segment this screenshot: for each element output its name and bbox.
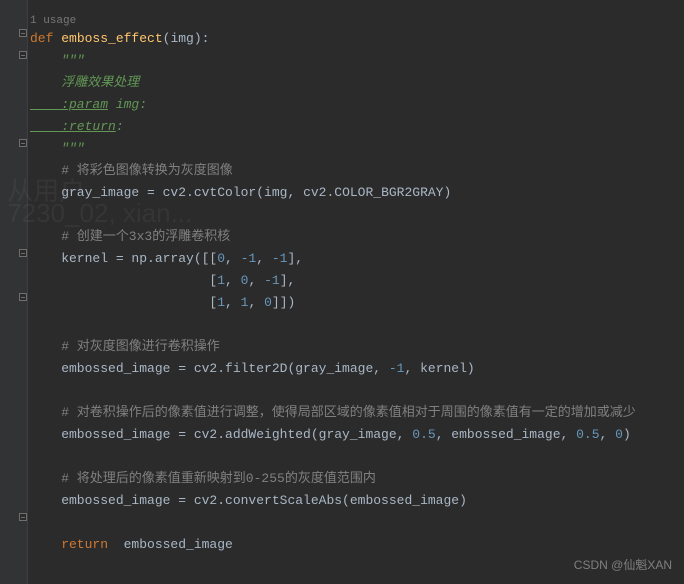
- number: 0: [615, 427, 623, 442]
- comment: # 创建一个3x3的浮雕卷积核: [30, 229, 230, 244]
- code-line: embossed_image = cv2.addWeighted(gray_im…: [30, 427, 397, 442]
- sep: ,: [373, 361, 389, 376]
- code-line: cv2.COLOR_BGR2GRAY): [303, 185, 451, 200]
- sep: ,: [248, 273, 264, 288]
- code-line: embossed_image = cv2.convertScaleAbs(emb…: [30, 493, 467, 508]
- comment: # 将彩色图像转换为灰度图像: [30, 163, 233, 178]
- docstring-desc: 浮雕效果处理: [30, 75, 139, 90]
- code-line: kernel): [420, 361, 475, 376]
- fold-marker[interactable]: [19, 249, 27, 257]
- fold-marker[interactable]: [19, 293, 27, 301]
- bracket: ],: [287, 251, 303, 266]
- docstring-return-tag: :return: [30, 119, 116, 134]
- number: -1: [264, 273, 280, 288]
- number: 1: [217, 273, 225, 288]
- sep: ,: [256, 251, 272, 266]
- sep: ,: [225, 273, 241, 288]
- comment: # 对卷积操作后的像素值进行调整，使得局部区域的像素值相对于周围的像素值有一定的…: [30, 405, 636, 420]
- comment: # 将处理后的像素值重新映射到0-255的灰度值范围内: [30, 471, 376, 486]
- sep: ,: [436, 427, 452, 442]
- keyword-def: def: [30, 31, 61, 46]
- docstring-return: :: [116, 119, 124, 134]
- number: 0: [217, 251, 225, 266]
- code-line: embossed_image: [451, 427, 560, 442]
- watermark: CSDN @仙魁XAN: [574, 554, 672, 576]
- comment: # 对灰度图像进行卷积操作: [30, 339, 220, 354]
- keyword-return: return: [30, 537, 108, 552]
- sep: ,: [225, 251, 241, 266]
- bracket: [: [30, 273, 217, 288]
- docstring-param: img:: [108, 97, 147, 112]
- number: -1: [272, 251, 288, 266]
- fold-marker[interactable]: [19, 139, 27, 147]
- paren: ): [623, 427, 631, 442]
- function-name: emboss_effect: [61, 31, 162, 46]
- docstring-close: """: [30, 141, 85, 156]
- number: 0.5: [412, 427, 435, 442]
- sep: ,: [287, 185, 303, 200]
- sep: ,: [600, 427, 616, 442]
- code-line: gray_image = cv2.cvtColor(img: [30, 185, 287, 200]
- gutter: [0, 0, 28, 584]
- bracket: ]]): [272, 295, 295, 310]
- bracket: [: [30, 295, 217, 310]
- return-value: embossed_image: [108, 537, 233, 552]
- sep: ,: [225, 295, 241, 310]
- code-line: embossed_image = cv2.filter2D(gray_image: [30, 361, 373, 376]
- number: 1: [217, 295, 225, 310]
- code-editor[interactable]: def emboss_effect(img): """ 浮雕效果处理 :para…: [30, 28, 636, 556]
- fold-marker[interactable]: [19, 29, 27, 37]
- docstring-open: """: [30, 53, 85, 68]
- fold-marker[interactable]: [19, 513, 27, 521]
- bracket: ],: [280, 273, 296, 288]
- sep: ,: [404, 361, 420, 376]
- number: 0.5: [576, 427, 599, 442]
- docstring-param-tag: :param: [30, 97, 108, 112]
- params: (img):: [163, 31, 210, 46]
- sep: ,: [248, 295, 264, 310]
- number: -1: [389, 361, 405, 376]
- code-line: kernel = np.array([[: [30, 251, 217, 266]
- sep: ,: [561, 427, 577, 442]
- fold-marker[interactable]: [19, 51, 27, 59]
- number: 0: [264, 295, 272, 310]
- sep: ,: [397, 427, 413, 442]
- number: -1: [241, 251, 257, 266]
